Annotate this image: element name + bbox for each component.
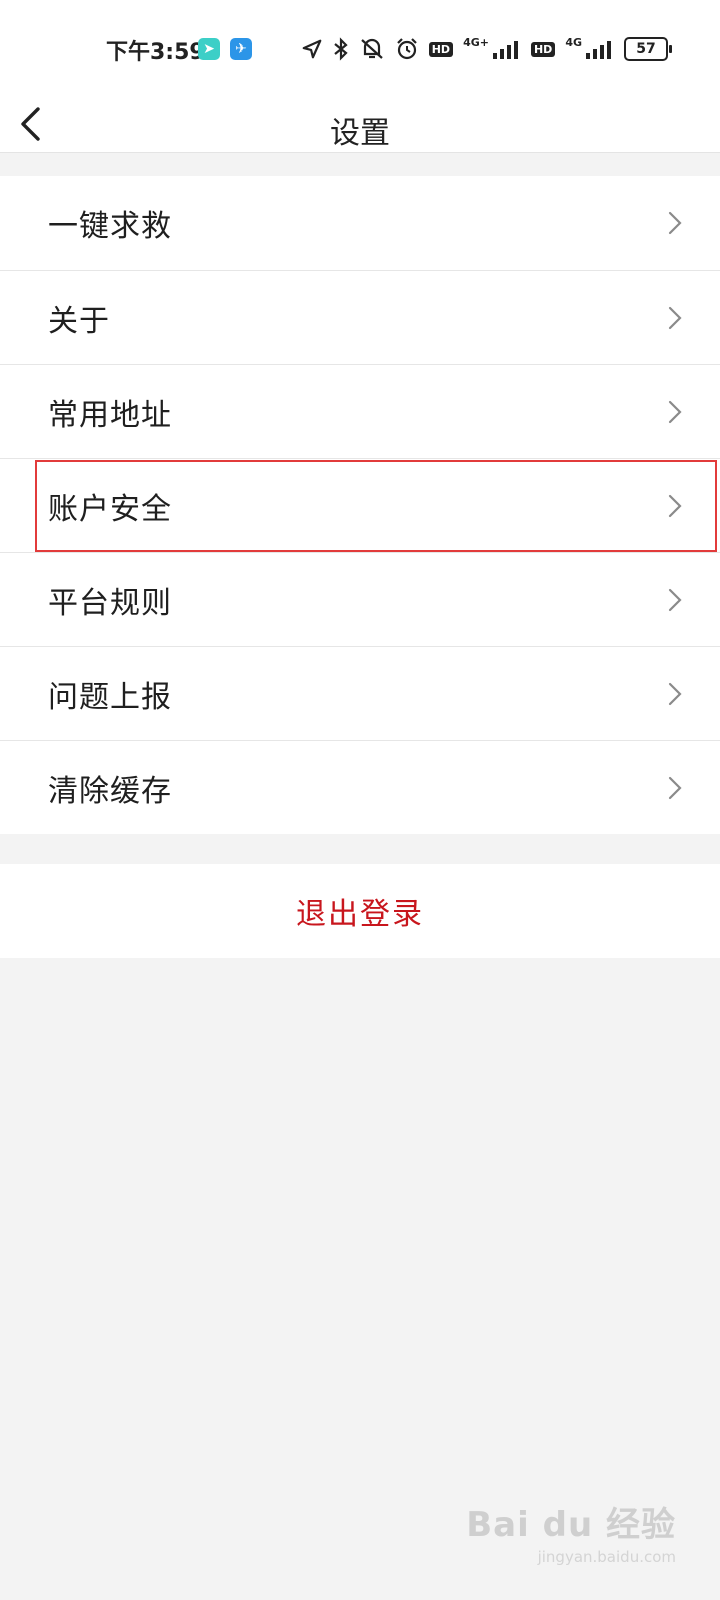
location-icon	[301, 38, 323, 60]
watermark: Bai du 经验 jingyan.baidu.com	[466, 1497, 676, 1566]
settings-item-report-issue[interactable]: 问题上报	[0, 646, 720, 740]
settings-item-label: 清除缓存	[48, 773, 172, 809]
settings-item-label: 一键求救	[48, 209, 172, 244]
chevron-right-icon	[668, 494, 682, 518]
settings-item-label: 账户安全	[48, 491, 172, 527]
settings-item-label: 关于	[48, 303, 110, 339]
navigation-app-icon: ➤	[198, 38, 220, 60]
bluetooth-icon	[333, 37, 349, 61]
settings-item-account-security[interactable]: 账户安全	[0, 458, 720, 552]
settings-item-clear-cache[interactable]: 清除缓存	[0, 740, 720, 834]
logout-button[interactable]: 退出登录	[296, 889, 424, 933]
settings-item-label: 问题上报	[48, 679, 172, 715]
status-bar: 下午3:59 ➤ ✈ HD 4G+ HD 4G 57	[0, 0, 720, 96]
signal-icon-2: 4G	[565, 36, 614, 59]
settings-item-sos[interactable]: 一键求救	[0, 176, 720, 270]
mute-icon	[359, 37, 385, 61]
chevron-right-icon	[668, 588, 682, 612]
settings-item-label: 平台规则	[48, 585, 172, 621]
page-title: 设置	[330, 116, 390, 151]
signal-icon: 4G+	[463, 36, 521, 59]
chevron-right-icon	[668, 306, 682, 330]
chevron-right-icon	[668, 400, 682, 424]
watermark-url: jingyan.baidu.com	[537, 1548, 676, 1566]
alarm-icon	[395, 37, 419, 61]
settings-item-platform-rules[interactable]: 平台规则	[0, 552, 720, 646]
logout-section: 退出登录	[0, 864, 720, 958]
hd-icon-2: HD	[530, 41, 556, 57]
settings-list: 一键求救 关于 常用地址 账户安全 平台规则 问题上报 清除缓存	[0, 176, 720, 834]
chevron-right-icon	[668, 211, 682, 235]
message-app-icon: ✈	[230, 38, 252, 60]
settings-item-label: 常用地址	[48, 397, 172, 433]
settings-item-addresses[interactable]: 常用地址	[0, 364, 720, 458]
nav-bar: 设置	[0, 96, 720, 153]
watermark-brand: Bai du 经验	[466, 1505, 676, 1545]
status-icons: HD 4G+ HD 4G 57	[301, 34, 672, 64]
chevron-right-icon	[668, 776, 682, 800]
status-time: 下午3:59	[106, 40, 205, 65]
battery-icon: 57	[624, 37, 672, 61]
settings-item-about[interactable]: 关于	[0, 270, 720, 364]
hd-icon: HD	[428, 41, 454, 57]
chevron-right-icon	[668, 682, 682, 706]
